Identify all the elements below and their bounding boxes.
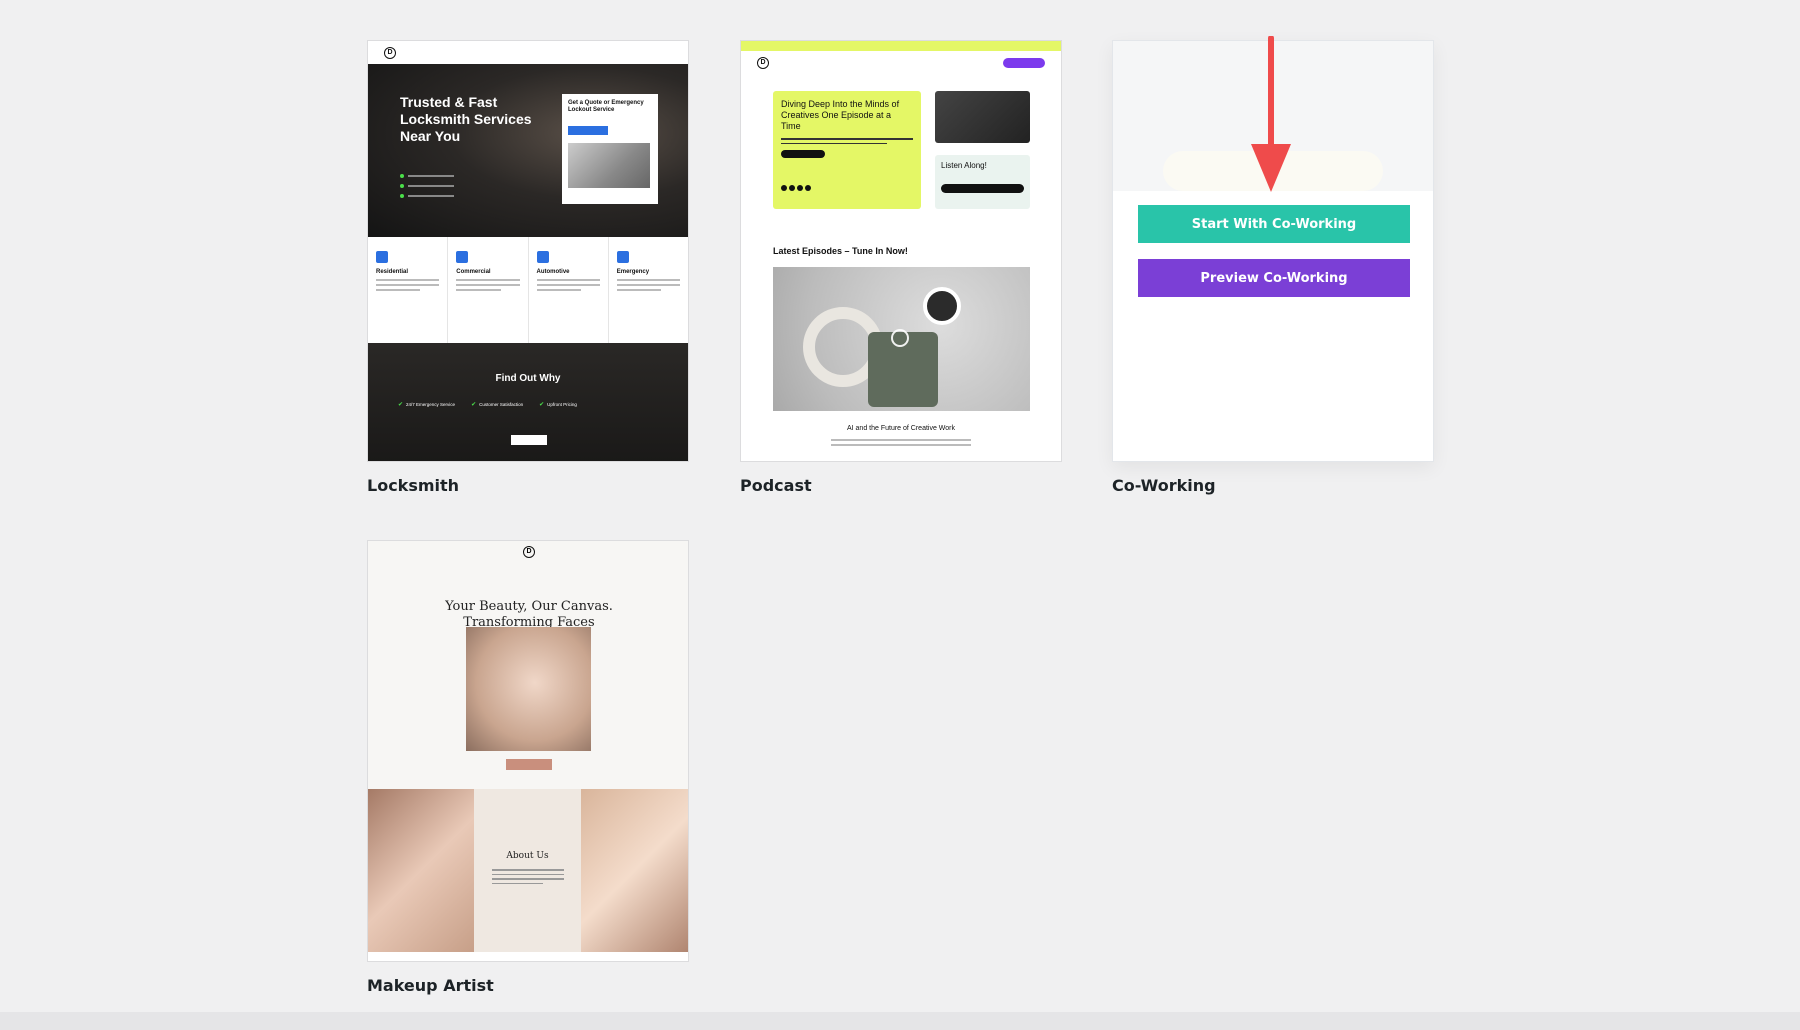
makeup-photo — [466, 627, 591, 751]
service-residential: Residential — [368, 237, 448, 343]
hero-button — [506, 759, 552, 770]
about-section: About Us — [368, 789, 688, 952]
start-with-coworking-button[interactable]: Start With Co-Working — [1138, 205, 1410, 243]
episodes-heading: Latest Episodes – Tune In Now! — [773, 246, 908, 256]
why-button — [511, 435, 547, 445]
key-photo — [568, 143, 650, 188]
bottom-scroll-area — [0, 1012, 1800, 1030]
makeup-preview-thumbnail[interactable]: D Your Beauty, Our Canvas. Transforming … — [367, 540, 689, 962]
listen-box: Listen Along! — [935, 155, 1030, 209]
quote-box: Get a Quote or Emergency Lockout Service — [562, 94, 658, 204]
makeup-hero: D Your Beauty, Our Canvas. Transforming … — [368, 541, 688, 789]
card-title: Podcast — [740, 476, 1062, 495]
preview-coworking-button[interactable]: Preview Co-Working — [1138, 259, 1410, 297]
check-icon: ✔ — [539, 401, 544, 408]
locksmith-hero-title: Trusted & Fast Locksmith Services Near Y… — [400, 94, 560, 145]
locksmith-hero: Trusted & Fast Locksmith Services Near Y… — [368, 64, 688, 237]
podcast-preview-thumbnail[interactable]: D Diving Deep Into the Minds of Creative… — [740, 40, 1062, 462]
makeup-photo-right — [581, 789, 688, 952]
service-automotive: Automotive — [529, 237, 609, 343]
layout-card-coworking: Start With Co-Working Preview Co-Working… — [1112, 40, 1434, 495]
quote-button — [568, 126, 608, 135]
coworking-preview-thumbnail[interactable]: Start With Co-Working Preview Co-Working — [1112, 40, 1434, 462]
announcement-bar — [741, 41, 1061, 51]
quote-title: Get a Quote or Emergency Lockout Service — [568, 100, 652, 114]
hero-button — [781, 150, 825, 158]
layout-card-locksmith: D Trusted & Fast Locksmith Services Near… — [367, 40, 689, 495]
hero-bullets — [400, 174, 454, 204]
layout-card-podcast: D Diving Deep Into the Minds of Creative… — [740, 40, 1062, 495]
card-title: Co-Working — [1112, 476, 1434, 495]
divi-logo-icon: D — [757, 57, 769, 69]
coffee-cup-shape — [923, 287, 961, 325]
building-icon — [456, 251, 468, 263]
subscribe-bar — [941, 184, 1024, 193]
video-thumbnail — [935, 91, 1030, 143]
service-emergency: Emergency — [609, 237, 688, 343]
warning-icon — [617, 251, 629, 263]
why-items: ✔24/7 Emergency Service ✔Customer Satisf… — [398, 401, 577, 408]
card-title: Makeup Artist — [367, 976, 689, 995]
layout-card-makeup-artist: D Your Beauty, Our Canvas. Transforming … — [367, 540, 689, 995]
divi-logo-icon: D — [384, 47, 396, 59]
mini-site-header: D — [368, 41, 688, 65]
check-icon: ✔ — [398, 401, 403, 408]
card-title: Locksmith — [367, 476, 689, 495]
podcast-hero: Diving Deep Into the Minds of Creatives … — [773, 91, 921, 209]
play-icon — [891, 329, 909, 347]
feature-photo — [773, 267, 1030, 411]
mini-site-header: D — [741, 51, 1061, 75]
locksmith-preview-thumbnail[interactable]: D Trusted & Fast Locksmith Services Near… — [367, 40, 689, 462]
feature-title: AI and the Future of Creative Work — [741, 425, 1061, 432]
podcast-hero-title: Diving Deep Into the Minds of Creatives … — [781, 99, 913, 132]
why-section: Find Out Why ✔24/7 Emergency Service ✔Cu… — [368, 343, 688, 462]
listen-title: Listen Along! — [941, 161, 1024, 170]
service-commercial: Commercial — [448, 237, 528, 343]
header-cta — [1003, 58, 1045, 68]
home-icon — [376, 251, 388, 263]
social-icons — [781, 185, 811, 191]
about-title: About Us — [474, 851, 580, 861]
about-block: About Us — [474, 789, 580, 952]
faded-preview-banner — [1163, 151, 1383, 191]
divi-logo-icon: D — [523, 546, 535, 558]
makeup-photo-left — [368, 789, 474, 952]
services-row: Residential Commercial Automotive Emerge… — [368, 237, 688, 343]
why-title: Find Out Why — [368, 373, 688, 384]
check-icon: ✔ — [471, 401, 476, 408]
car-icon — [537, 251, 549, 263]
